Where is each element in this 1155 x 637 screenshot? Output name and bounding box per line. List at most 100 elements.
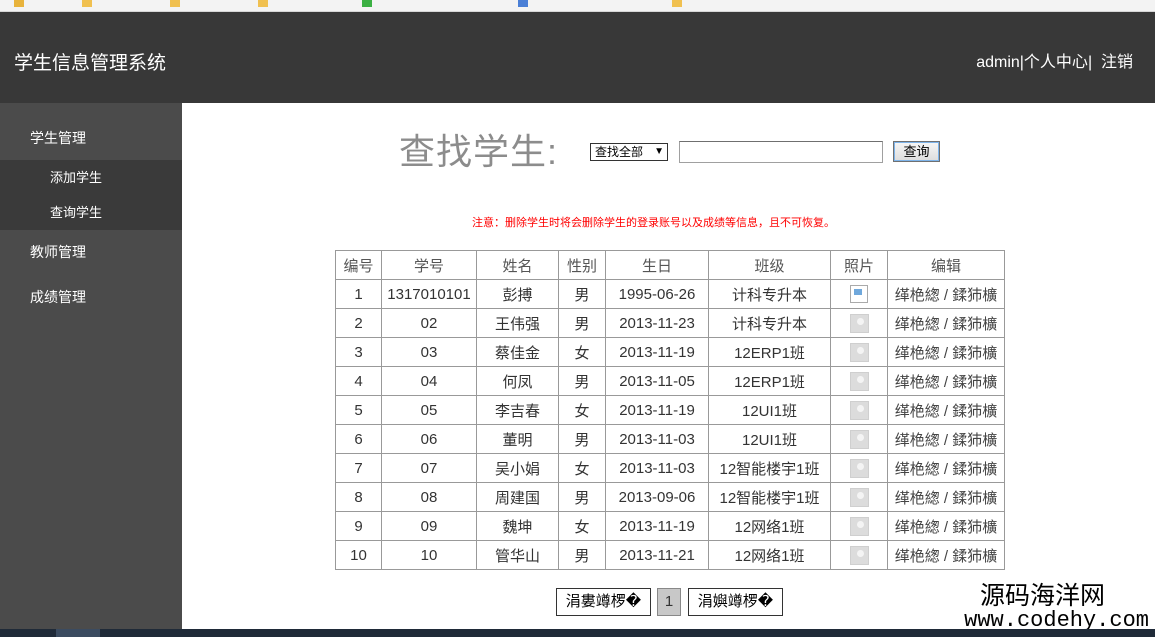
sidebar-item-add-student[interactable]: 添加学生	[0, 160, 182, 195]
table-cell: 2013-11-21	[605, 540, 709, 570]
table-row: 2 02 王伟强男 2013-11-23 计科专升本 缂栬緫 / 鍒犻櫎	[335, 308, 1005, 338]
edit-cell: 缂栬緫 / 鍒犻櫎	[887, 453, 1005, 483]
table-cell: 5	[335, 395, 382, 425]
table-cell: 男	[558, 308, 606, 338]
watermark-text: 源码海洋网	[979, 582, 1105, 610]
username-link[interactable]: admin	[976, 54, 1020, 71]
table-header-row: 编号 学号 姓名 性别 生日 班级 照片 编辑	[335, 250, 1005, 280]
app-title: 学生信息管理系统	[14, 53, 167, 74]
edit-cell: 缂栬緫 / 鍒犻櫎	[887, 482, 1005, 512]
chevron-down-icon: ▼	[654, 146, 664, 157]
table-cell: 1317010101	[381, 279, 477, 309]
avatar-placeholder-icon	[849, 342, 869, 362]
table-cell: 周建国	[476, 482, 559, 512]
table-cell: 09	[381, 511, 477, 541]
avatar-placeholder-icon	[849, 545, 869, 565]
delete-warning-notice: 注意：删除学生时将会删除学生的登录账号以及成绩等信息，且不可恢复。	[472, 217, 835, 229]
avatar-placeholder-icon	[849, 429, 869, 449]
broken-image-icon	[850, 285, 868, 304]
taskbar-item[interactable]	[56, 629, 100, 637]
bookmark-icon[interactable]	[14, 0, 28, 8]
student-table: 编号 学号 姓名 性别 生日 班级 照片 编辑 1 1317010101 彭搏男 19…	[335, 250, 1005, 570]
logout-link[interactable]: 注销	[1101, 54, 1133, 71]
search-scope-select[interactable]: 查找全部 ▼	[590, 143, 668, 161]
table-cell: 06	[381, 424, 477, 454]
table-cell: 3	[335, 337, 382, 367]
table-row: 6 06 董明男 2013-11-03 12UI1班 缂栬緫 / 鍒犻櫎	[335, 424, 1005, 454]
table-cell: 8	[335, 482, 382, 512]
table-row: 5 05 李吉春女 2013-11-19 12UI1班 缂栬緫 / 鍒犻櫎	[335, 395, 1005, 425]
table-cell: 蔡佳金	[476, 337, 559, 367]
edit-delete-link[interactable]: 缂栬緫 / 鍒犻櫎	[895, 548, 998, 565]
bookmark-icon[interactable]	[82, 0, 96, 8]
sidebar-item-query-student[interactable]: 查询学生	[0, 195, 182, 230]
table-cell: 12智能楼宇1班	[708, 482, 831, 512]
prev-page-button[interactable]: 涓婁竴椤�	[556, 588, 651, 616]
edit-delete-link[interactable]: 缂栬緫 / 鍒犻櫎	[895, 403, 998, 420]
avatar-placeholder-icon	[849, 313, 869, 333]
bookmark-icon[interactable]	[258, 0, 272, 8]
column-header: 生日	[605, 250, 709, 280]
table-cell: 07	[381, 453, 477, 483]
table-cell: 2013-09-06	[605, 482, 709, 512]
photo-cell	[830, 424, 888, 454]
table-cell: 吴小娟	[476, 453, 559, 483]
sidebar-item-teacher-management[interactable]: 教师管理	[0, 230, 182, 275]
nav-separator: |	[1087, 54, 1093, 71]
edit-cell: 缂栬緫 / 鍒犻櫎	[887, 395, 1005, 425]
edit-cell: 缂栬緫 / 鍒犻櫎	[887, 424, 1005, 454]
table-cell: 12ERP1班	[708, 337, 831, 367]
main-content: 查找学生: 查找全部 ▼ 查询 注意：删除学生时将会删除学生的登录账号以及成绩等信…	[182, 103, 1155, 633]
table-cell: 10	[381, 540, 477, 570]
bookmark-icon[interactable]	[362, 0, 376, 8]
photo-cell	[830, 308, 888, 338]
table-cell: 03	[381, 337, 477, 367]
search-button[interactable]: 查询	[893, 141, 940, 162]
table-cell: 彭搏	[476, 279, 559, 309]
table-cell: 男	[558, 424, 606, 454]
table-row: 1 1317010101 彭搏男 1995-06-26 计科专升本 缂栬緫 / 鍒犻櫎	[335, 279, 1005, 309]
edit-cell: 缂栬緫 / 鍒犻櫎	[887, 366, 1005, 396]
table-row: 3 03 蔡佳金女 2013-11-19 12ERP1班 缂栬緫 / 鍒犻櫎	[335, 337, 1005, 367]
edit-delete-link[interactable]: 缂栬緫 / 鍒犻櫎	[895, 316, 998, 333]
table-cell: 2013-11-19	[605, 511, 709, 541]
table-cell: 12UI1班	[708, 395, 831, 425]
edit-delete-link[interactable]: 缂栬緫 / 鍒犻櫎	[895, 374, 998, 391]
table-cell: 女	[558, 337, 606, 367]
table-cell: 2013-11-19	[605, 395, 709, 425]
table-cell: 女	[558, 395, 606, 425]
page-title: 查找学生:	[399, 131, 559, 172]
edit-delete-link[interactable]: 缂栬緫 / 鍒犻櫎	[895, 490, 998, 507]
table-cell: 9	[335, 511, 382, 541]
edit-delete-link[interactable]: 缂栬緫 / 鍒犻櫎	[895, 345, 998, 362]
current-page-number[interactable]: 1	[657, 588, 681, 616]
avatar-placeholder-icon	[849, 400, 869, 420]
edit-delete-link[interactable]: 缂栬緫 / 鍒犻櫎	[895, 519, 998, 536]
bookmark-icon[interactable]	[672, 0, 686, 8]
edit-delete-link[interactable]: 缂栬緫 / 鍒犻櫎	[895, 461, 998, 478]
table-cell: 董明	[476, 424, 559, 454]
next-page-button[interactable]: 涓嬩竴椤�	[688, 588, 783, 616]
sidebar-item-grade-management[interactable]: 成绩管理	[0, 275, 182, 320]
edit-delete-link[interactable]: 缂栬緫 / 鍒犻櫎	[895, 287, 998, 304]
bookmark-icon[interactable]	[170, 0, 184, 8]
bookmark-icon[interactable]	[518, 0, 532, 8]
photo-cell	[830, 279, 888, 309]
table-cell: 魏坤	[476, 511, 559, 541]
table-cell: 02	[381, 308, 477, 338]
table-cell: 2013-11-03	[605, 424, 709, 454]
table-cell: 2013-11-19	[605, 337, 709, 367]
table-cell: 12网络1班	[708, 511, 831, 541]
edit-delete-link[interactable]: 缂栬緫 / 鍒犻櫎	[895, 432, 998, 449]
table-cell: 08	[381, 482, 477, 512]
search-input[interactable]	[679, 141, 883, 163]
sidebar-item-student-management[interactable]: 学生管理	[0, 103, 182, 160]
edit-cell: 缂栬緫 / 鍒犻櫎	[887, 279, 1005, 309]
table-cell: 计科专升本	[708, 308, 831, 338]
profile-link[interactable]: 个人中心	[1024, 54, 1088, 71]
table-cell: 4	[335, 366, 382, 396]
table-cell: 1	[335, 279, 382, 309]
avatar-placeholder-icon	[849, 516, 869, 536]
column-header: 照片	[830, 250, 888, 280]
edit-cell: 缂栬緫 / 鍒犻櫎	[887, 308, 1005, 338]
